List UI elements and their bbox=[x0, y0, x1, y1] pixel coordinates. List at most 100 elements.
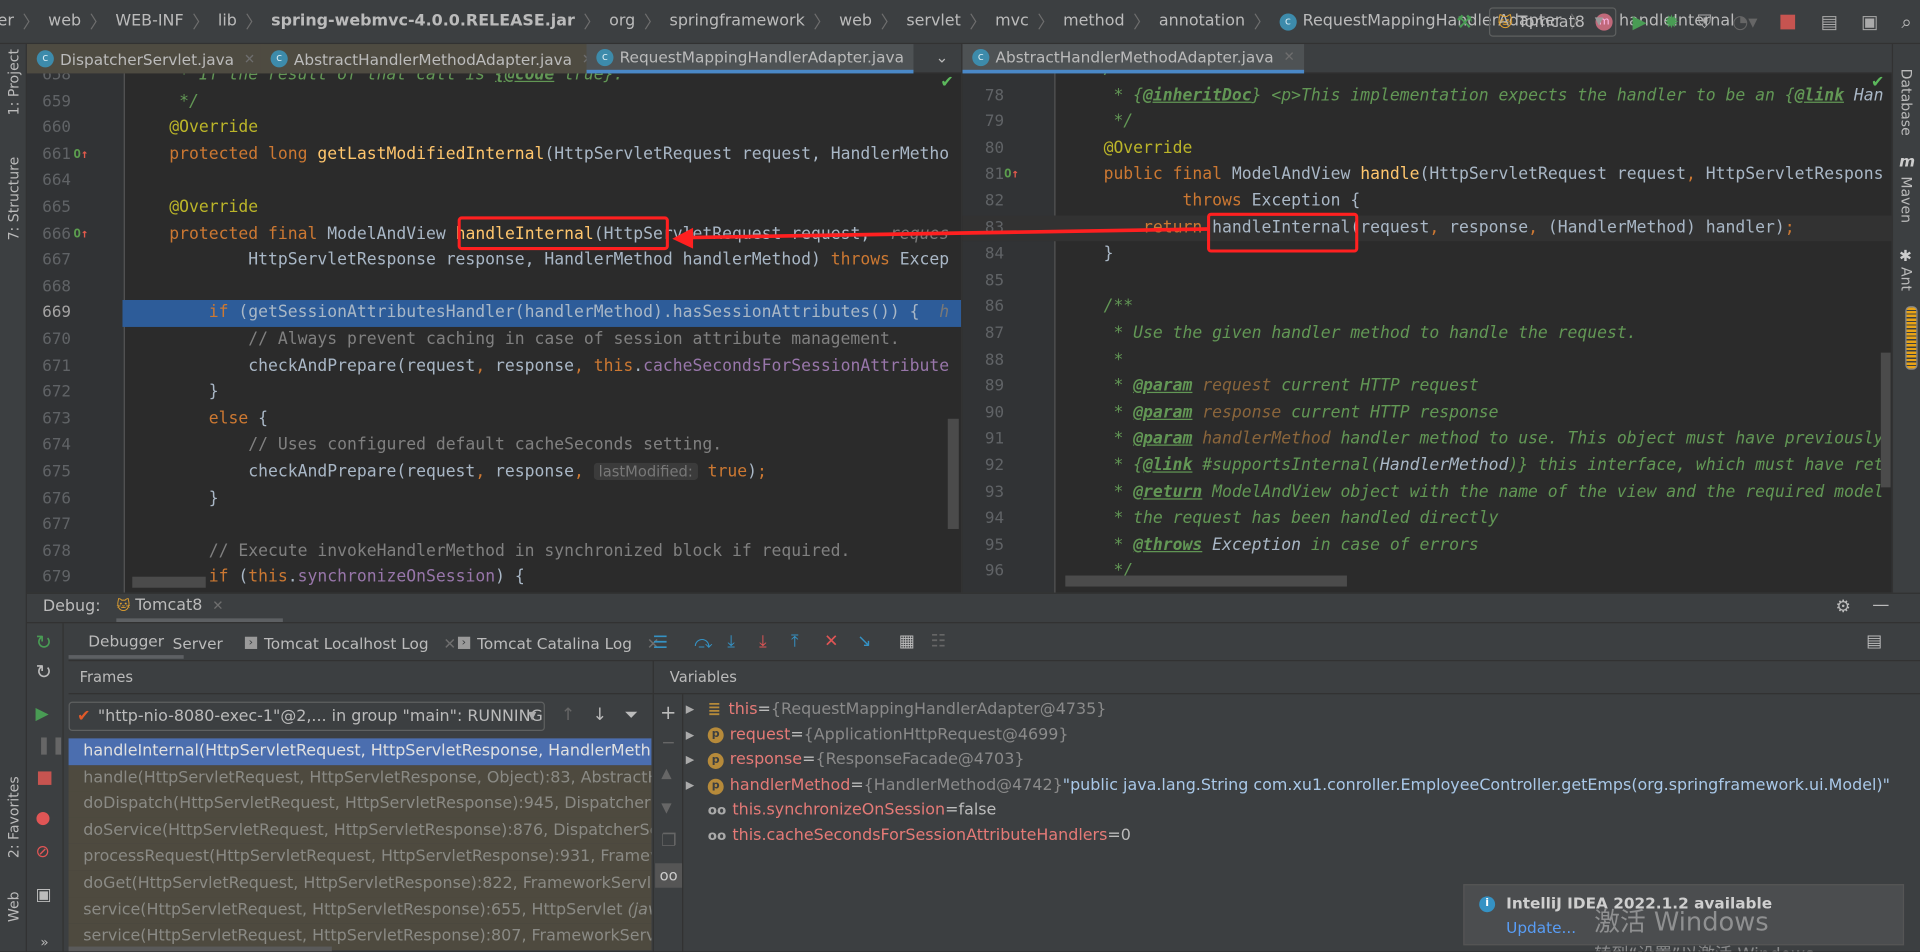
gear-icon[interactable]: ⚙ bbox=[1836, 599, 1851, 616]
variable-name: request bbox=[729, 725, 791, 744]
close-icon[interactable]: ✕ bbox=[443, 634, 456, 652]
next-thread-icon[interactable]: ↓ bbox=[593, 707, 607, 724]
watch-icon: oo bbox=[707, 802, 727, 819]
variable-name: this bbox=[728, 700, 758, 719]
trace-icon[interactable]: ☷ bbox=[931, 633, 946, 650]
console-icon: › bbox=[457, 636, 470, 649]
divider bbox=[68, 693, 653, 695]
frame-text: handle(HttpServletRequest, HttpServletRe… bbox=[83, 768, 652, 787]
stack-frame[interactable]: doGet(HttpServletRequest, HttpServletRes… bbox=[68, 870, 652, 897]
stack-frame[interactable]: doDispatch(HttpServletRequest, HttpServl… bbox=[68, 791, 652, 818]
camera-icon[interactable]: ▣ bbox=[36, 887, 52, 904]
variable-value: {HandlerMethod@4742} bbox=[863, 776, 1063, 795]
force-step-into-icon[interactable]: ⤓ bbox=[759, 633, 767, 650]
tool-window-web[interactable]: Web bbox=[5, 891, 22, 922]
variables-header: Variables bbox=[669, 668, 737, 686]
duplicate-watch-icon[interactable]: ❐ bbox=[661, 833, 676, 850]
pause-icon[interactable]: ❚❚ bbox=[37, 737, 66, 754]
frame-text: doService(HttpServletRequest, HttpServle… bbox=[83, 821, 652, 840]
debug-title: Debug: bbox=[42, 597, 101, 616]
resume-icon[interactable]: ▶ bbox=[36, 705, 49, 722]
tab-tomcat-catalina-log[interactable]: › Tomcat Catalina Log ✕ bbox=[457, 627, 660, 659]
variable-value: false bbox=[958, 801, 997, 820]
variable-row[interactable]: oo this.cacheSecondsForSessionAttributeHa… bbox=[686, 824, 1131, 849]
restart-icon[interactable]: ↻ bbox=[36, 662, 52, 682]
chevron-down-icon: ▼ bbox=[527, 710, 537, 723]
expand-arrow-icon[interactable]: ▶ bbox=[686, 774, 708, 799]
tab-server[interactable]: Server bbox=[173, 627, 223, 659]
tool-window-favorites[interactable]: 2: Favorites bbox=[5, 776, 22, 858]
stack-frame[interactable]: doService(HttpServletRequest, HttpServle… bbox=[68, 817, 652, 845]
frame-text: service(HttpServletRequest, HttpServletR… bbox=[83, 927, 652, 946]
expand-arrow-icon[interactable]: ▶ bbox=[686, 698, 708, 723]
variable-string: "public java.lang.String com.xu1.conroll… bbox=[1062, 776, 1890, 795]
equals-sign: = bbox=[757, 700, 771, 719]
new-watch-icon[interactable]: + bbox=[660, 702, 676, 723]
debug-session-tab[interactable]: 🐱 Tomcat8 ✕ bbox=[116, 593, 283, 623]
rerun-icon[interactable]: ↻ bbox=[36, 632, 52, 653]
variable-value: {ApplicationHttpRequest@4699} bbox=[803, 725, 1069, 744]
layout-icon[interactable]: ▤ bbox=[1866, 633, 1882, 650]
equals-sign: = bbox=[945, 801, 959, 820]
tomcat-icon: 🐱 bbox=[116, 597, 131, 614]
stop-icon[interactable] bbox=[37, 771, 52, 785]
parameter-icon: p bbox=[707, 727, 724, 744]
equals-sign: = bbox=[790, 725, 804, 744]
field-list-icon: ≣ bbox=[707, 700, 722, 719]
show-watches-icon[interactable]: oo bbox=[655, 863, 683, 888]
frames-header: Frames bbox=[79, 668, 134, 686]
move-down-icon[interactable]: ▼ bbox=[661, 801, 671, 814]
expand-arrow-icon[interactable]: ▶ bbox=[686, 748, 708, 773]
show-execution-point-icon[interactable]: ☰ bbox=[653, 634, 668, 651]
tab-label: Server bbox=[172, 633, 223, 653]
run-to-cursor-icon[interactable]: ↘ bbox=[857, 633, 871, 650]
windows-activation-watermark: 激活 Windows 转到“设置”以激活 Windows bbox=[1594, 902, 1814, 951]
frame-text: doGet(HttpServletRequest, HttpServletRes… bbox=[83, 874, 652, 893]
update-link[interactable]: Update... bbox=[1506, 918, 1576, 936]
tab-debugger[interactable]: Debugger bbox=[68, 627, 184, 659]
variable-name: this.synchronizeOnSession bbox=[732, 801, 946, 820]
drop-frame-icon[interactable]: ✕ bbox=[824, 633, 838, 650]
previous-thread-icon[interactable]: ↑ bbox=[561, 707, 575, 724]
stack-frame[interactable]: service(HttpServletRequest, HttpServletR… bbox=[68, 897, 652, 924]
more-icon[interactable]: » bbox=[40, 936, 48, 949]
variable-row[interactable]: ▶ p handlerMethod = {HandlerMethod@4742} "… bbox=[686, 774, 1890, 799]
frame-package: (javax.ser bbox=[627, 900, 652, 920]
evaluate-expression-icon[interactable]: ▦ bbox=[899, 633, 915, 650]
variable-row[interactable]: ▶ p response = {ResponseFacade@4703} bbox=[686, 748, 1025, 773]
tab-label: Tomcat Localhost Log bbox=[264, 633, 429, 653]
equals-sign: = bbox=[802, 750, 816, 770]
remove-watch-icon[interactable]: − bbox=[661, 735, 675, 752]
annotation-overlay bbox=[457, 212, 1359, 253]
variable-value: {ResponseFacade@4703} bbox=[815, 750, 1025, 770]
filter-icon[interactable]: ⏷ bbox=[624, 707, 638, 724]
minimize-icon[interactable]: — bbox=[1872, 596, 1889, 613]
highlight-box-right bbox=[1207, 212, 1359, 253]
variable-row[interactable]: ▶ ≣ this = {RequestMappingHandlerAdapter@4… bbox=[686, 698, 1107, 723]
tab-tomcat-localhost-log[interactable]: › Tomcat Localhost Log ✕ bbox=[244, 627, 456, 659]
variable-name: response bbox=[729, 750, 803, 770]
thread-selector[interactable]: ✔ "http-nio-8080-exec-1"@2,... in group … bbox=[68, 701, 545, 732]
variable-name: handlerMethod bbox=[729, 776, 851, 795]
step-into-icon[interactable]: ⤓ bbox=[727, 633, 735, 650]
view-breakpoints-icon[interactable]: ● bbox=[36, 809, 51, 826]
close-icon[interactable]: ✕ bbox=[212, 598, 223, 614]
variable-row[interactable]: oo this.synchronizeOnSession = false bbox=[686, 799, 997, 824]
arrow-head bbox=[672, 227, 694, 249]
step-over-icon[interactable]: ⤼ bbox=[694, 634, 712, 651]
stack-frame[interactable]: processRequest(HttpServletRequest, HttpS… bbox=[68, 844, 652, 871]
variable-row[interactable]: ▶ p request = {ApplicationHttpRequest@4699… bbox=[686, 723, 1069, 748]
stack-frame[interactable]: handle(HttpServletRequest, HttpServletRe… bbox=[68, 764, 652, 792]
check-icon: ✔ bbox=[77, 707, 91, 726]
stack-frame[interactable]: handleInternal(HttpServletRequest, HttpS… bbox=[68, 738, 652, 765]
divider bbox=[26, 622, 1920, 624]
tab-label: Tomcat Catalina Log bbox=[477, 633, 633, 653]
frame-text: handleInternal(HttpServletRequest, HttpS… bbox=[83, 742, 652, 761]
move-up-icon[interactable]: ▲ bbox=[661, 767, 671, 780]
step-out-icon[interactable]: ⤒ bbox=[791, 633, 799, 650]
frames-horizontal-scrollbar[interactable] bbox=[68, 946, 332, 952]
session-label: Tomcat8 bbox=[135, 596, 203, 615]
annotation-arrow bbox=[688, 227, 1209, 240]
expand-arrow-icon[interactable]: ▶ bbox=[686, 723, 708, 748]
mute-breakpoints-icon[interactable]: ⊘ bbox=[36, 844, 50, 861]
